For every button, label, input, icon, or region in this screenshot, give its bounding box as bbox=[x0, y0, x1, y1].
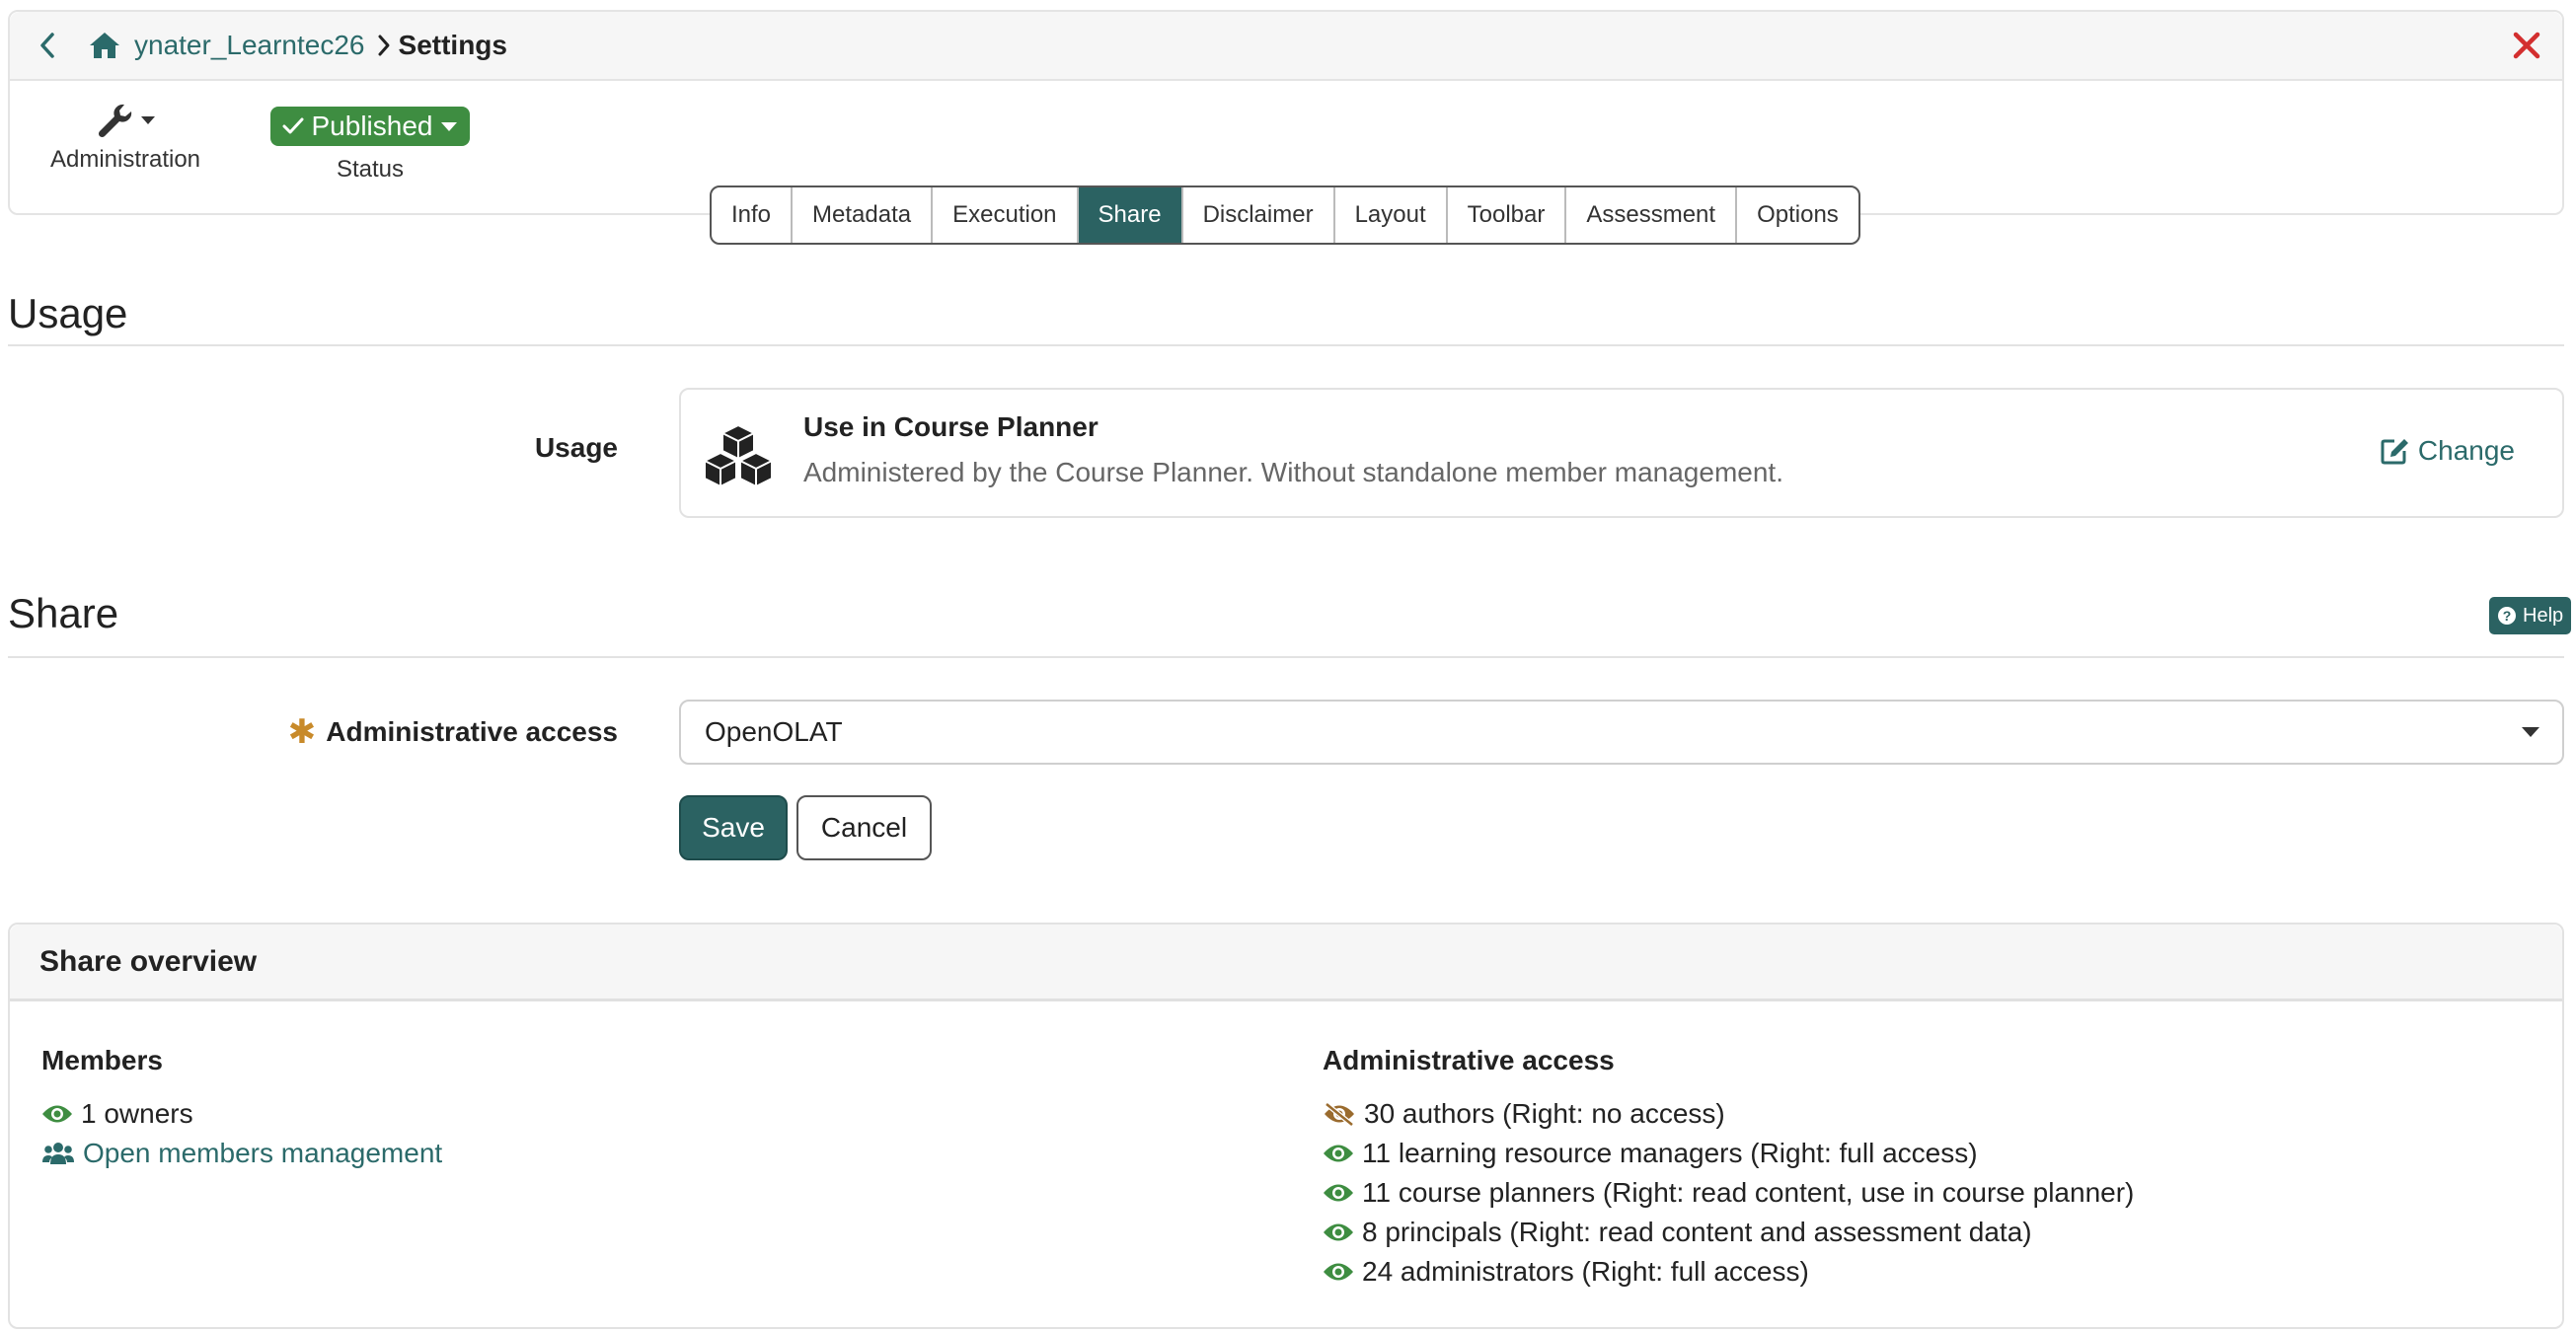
members-management-row[interactable]: Open members management bbox=[41, 1134, 442, 1173]
owners-text: 1 owners bbox=[81, 1098, 193, 1129]
share-overview-title: Share overview bbox=[10, 925, 2562, 1001]
status-value: Published bbox=[311, 111, 433, 141]
header-panel: ynater_Learntec26 Settings Administratio… bbox=[8, 10, 2564, 215]
admin-access-row-text: 11 learning resource managers (Right: fu… bbox=[1362, 1138, 1978, 1168]
question-circle-icon: ? bbox=[2498, 607, 2516, 625]
administration-label: Administration bbox=[49, 146, 201, 173]
tab-metadata[interactable]: Metadata bbox=[793, 187, 934, 243]
share-overview-panel: Share overview Members 1 owners Open mem… bbox=[8, 923, 2564, 1329]
eye-icon bbox=[1324, 1223, 1353, 1241]
admin-access-value: OpenOLAT bbox=[705, 716, 843, 747]
admin-access-row-text: 30 authors (Right: no access) bbox=[1364, 1098, 1725, 1129]
tab-disclaimer[interactable]: Disclaimer bbox=[1183, 187, 1335, 243]
settings-tabs: Info Metadata Execution Share Disclaimer… bbox=[710, 185, 1860, 245]
help-label: Help bbox=[2523, 604, 2564, 627]
back-button[interactable] bbox=[20, 18, 75, 73]
caret-down-icon bbox=[141, 116, 155, 124]
admin-access-row-text: 11 course planners (Right: read content,… bbox=[1362, 1177, 2135, 1208]
administration-menu[interactable]: Administration bbox=[32, 97, 219, 174]
breadcrumb-parent-link[interactable]: ynater_Learntec26 bbox=[134, 30, 365, 61]
change-label: Change bbox=[2417, 435, 2515, 466]
usage-heading: Usage bbox=[8, 290, 128, 336]
admin-access-heading: Administrative access bbox=[1323, 1045, 1615, 1075]
tab-execution[interactable]: Execution bbox=[933, 187, 1079, 243]
divider bbox=[8, 344, 2564, 346]
home-button[interactable] bbox=[81, 22, 128, 69]
tab-share[interactable]: Share bbox=[1078, 187, 1183, 243]
tab-info[interactable]: Info bbox=[712, 187, 794, 243]
owners-row: 1 owners bbox=[41, 1094, 442, 1134]
required-asterisk-icon: ✱ bbox=[287, 713, 317, 751]
caret-down-icon bbox=[2522, 727, 2539, 737]
breadcrumb: ynater_Learntec26 Settings bbox=[10, 12, 2562, 81]
tab-toolbar[interactable]: Toolbar bbox=[1448, 187, 1567, 243]
home-icon bbox=[90, 33, 119, 58]
eye-icon bbox=[1324, 1145, 1353, 1162]
members-heading: Members bbox=[41, 1045, 163, 1075]
close-button[interactable] bbox=[2505, 24, 2548, 67]
tab-layout[interactable]: Layout bbox=[1335, 187, 1448, 243]
admin-access-select[interactable]: OpenOLAT bbox=[679, 700, 2564, 765]
admin-access-label-text: Administrative access bbox=[326, 716, 618, 747]
chevron-right-icon bbox=[377, 34, 391, 57]
admin-access-row: 24 administrators (Right: full access) bbox=[1323, 1252, 2134, 1292]
tab-assessment[interactable]: Assessment bbox=[1566, 187, 1738, 243]
wrench-icon bbox=[98, 104, 132, 138]
cubes-icon bbox=[704, 423, 773, 486]
change-usage-link[interactable]: Change bbox=[2381, 435, 2515, 467]
close-icon bbox=[2513, 32, 2540, 59]
help-button[interactable]: ? Help bbox=[2489, 597, 2572, 634]
breadcrumb-current: Settings bbox=[398, 30, 507, 60]
svg-text:?: ? bbox=[2503, 608, 2512, 624]
usage-field-label: Usage bbox=[534, 432, 618, 463]
check-icon bbox=[282, 117, 303, 134]
usage-card-title: Use in Course Planner bbox=[803, 411, 1099, 442]
eye-slash-icon bbox=[1325, 1102, 1354, 1126]
caret-down-icon bbox=[441, 122, 458, 131]
status-tool: Published Status bbox=[266, 107, 474, 184]
edit-icon bbox=[2381, 439, 2408, 465]
usage-card: Use in Course Planner Administered by th… bbox=[679, 388, 2564, 518]
status-label: Status bbox=[336, 156, 405, 183]
save-button[interactable]: Save bbox=[679, 795, 788, 860]
eye-icon bbox=[1324, 1184, 1353, 1202]
open-members-management-link[interactable]: Open members management bbox=[83, 1138, 442, 1169]
admin-access-row: 8 principals (Right: read content and as… bbox=[1323, 1213, 2134, 1252]
usage-card-description: Administered by the Course Planner. With… bbox=[803, 457, 1783, 487]
admin-access-row-text: 24 administrators (Right: full access) bbox=[1362, 1256, 1809, 1287]
admin-access-row-text: 8 principals (Right: read content and as… bbox=[1362, 1217, 2032, 1247]
tab-options[interactable]: Options bbox=[1737, 187, 1858, 243]
eye-icon bbox=[42, 1105, 72, 1123]
divider bbox=[8, 656, 2564, 658]
admin-access-row: 11 course planners (Right: read content,… bbox=[1323, 1173, 2134, 1213]
eye-icon bbox=[1324, 1263, 1353, 1281]
cancel-button[interactable]: Cancel bbox=[796, 795, 932, 860]
members-column: Members 1 owners Open members management bbox=[41, 1045, 442, 1173]
admin-access-column: Administrative access 30 authors (Right:… bbox=[1323, 1045, 2134, 1292]
chevron-left-icon bbox=[40, 33, 54, 58]
share-heading: Share bbox=[8, 590, 119, 636]
admin-access-label: ✱ Administrative access bbox=[288, 712, 618, 752]
users-icon bbox=[42, 1143, 74, 1164]
admin-access-row: 11 learning resource managers (Right: fu… bbox=[1323, 1134, 2134, 1173]
status-dropdown[interactable]: Published bbox=[269, 107, 471, 146]
admin-access-row: 30 authors (Right: no access) bbox=[1323, 1094, 2134, 1134]
